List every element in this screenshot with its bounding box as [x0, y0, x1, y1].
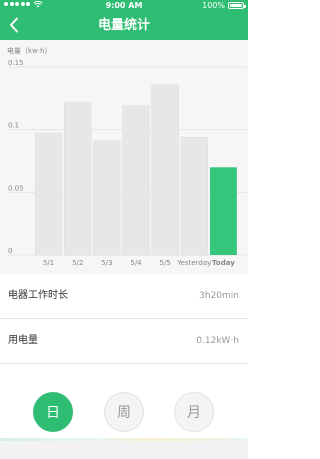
- bar[interactable]: [151, 84, 179, 256]
- bar[interactable]: [122, 105, 150, 256]
- x-tick-label: 5/1: [43, 259, 54, 267]
- y-tick-label: 0.05: [8, 184, 24, 192]
- x-tick-label: 5/2: [72, 259, 83, 267]
- bar[interactable]: [34, 133, 63, 256]
- x-tick-label: 5/4: [130, 259, 142, 267]
- usage-chart: 电量（kw·h） 0.15 0.1 0.05 0 5/1 5/2 5/3 5/4 5/5 Yest…: [0, 40, 248, 274]
- runtime-row: 电器工作时长 3h20min: [0, 274, 248, 319]
- page-title: 电量统计: [97, 18, 150, 33]
- period-month-button[interactable]: 月: [174, 392, 214, 432]
- x-tick-label: 5/5: [160, 259, 171, 267]
- x-tick-label: Yesterday: [176, 259, 211, 267]
- status-bar: 9:00 AM 100%: [0, 0, 248, 11]
- bar[interactable]: [93, 140, 121, 256]
- bottom-strip: [0, 438, 248, 459]
- header: 9:00 AM 100% 电量统计: [0, 0, 248, 40]
- y-tick-label: 0.1: [8, 122, 19, 130]
- usage-value: 0.12kW·h: [196, 336, 239, 346]
- period-selector: 日 周 月: [0, 386, 248, 438]
- bar-today[interactable]: [210, 167, 237, 255]
- y-tick-label: 0: [8, 247, 12, 255]
- y-tick-label: 0.15: [8, 59, 24, 67]
- bar-chart: 0.15 0.1 0.05 0 5/1 5/2 5/3 5/4 5/5 Yesterday Toda…: [6, 59, 246, 267]
- bottom-decoration: [0, 438, 248, 441]
- period-week-button[interactable]: 周: [104, 392, 144, 432]
- bar[interactable]: [64, 101, 92, 256]
- battery-icon: [228, 2, 246, 9]
- x-tick-label: 5/3: [101, 259, 112, 267]
- usage-row: 用电量 0.12kW·h: [0, 319, 248, 364]
- battery-percent: 100%: [202, 1, 225, 10]
- period-day-button[interactable]: 日: [33, 392, 73, 432]
- runtime-value: 3h20min: [199, 291, 239, 301]
- nav-bar: 电量统计: [0, 11, 248, 40]
- x-tick-label: Today: [212, 259, 235, 267]
- battery-indicator: 100%: [202, 0, 246, 11]
- runtime-label: 电器工作时长: [8, 290, 68, 301]
- bar[interactable]: [180, 136, 208, 256]
- usage-label: 用电量: [8, 335, 38, 346]
